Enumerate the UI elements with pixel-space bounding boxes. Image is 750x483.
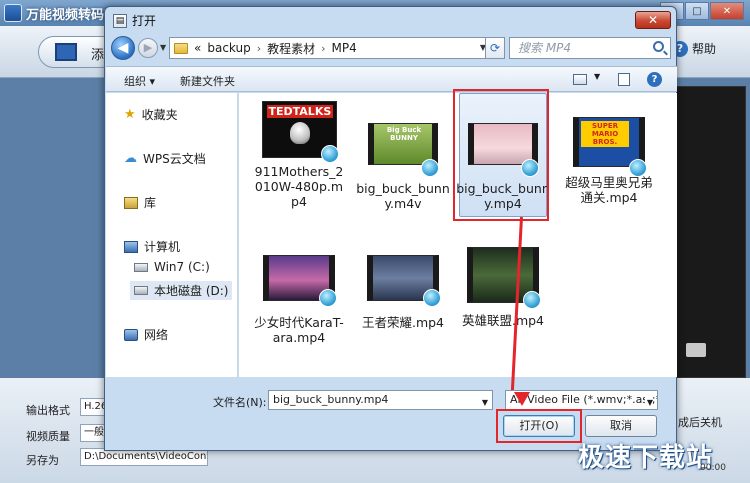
file-name: 少女时代KaraT-ara.mp4 [254, 315, 344, 345]
breadcrumb-tutorial[interactable]: 教程素材 [267, 40, 315, 57]
sidebar-label: 库 [144, 196, 157, 210]
camera-icon[interactable] [686, 343, 706, 357]
lightbulb-icon [289, 122, 310, 144]
add-file-label: 添 [91, 48, 105, 63]
preview-pane-icon[interactable] [618, 73, 630, 86]
file-item[interactable]: 少女时代KaraT-ara.mp4 [251, 255, 347, 345]
cloud-icon: ☁ [124, 151, 137, 166]
media-player-icon [423, 289, 441, 307]
media-player-icon [321, 145, 339, 163]
thumbnail-caption: TEDTALKS [266, 105, 334, 118]
sidebar-item-drive-c[interactable]: Win7 (C:) [134, 260, 210, 274]
forward-button[interactable]: ▶ [138, 38, 158, 58]
drive-icon [134, 262, 148, 272]
folder-icon [174, 42, 188, 54]
chevron-down-icon[interactable]: ▼ [482, 394, 488, 412]
help-label: 帮助 [692, 42, 717, 56]
dialog-icon: ▤ [113, 13, 127, 28]
media-player-icon [629, 159, 647, 177]
open-file-dialog: ▤ 打开 ✕ ◀ ▶ ▼ « backup › 教程素材 › MP4 ▼ ⟳ 搜… [104, 6, 677, 451]
media-player-icon [523, 291, 541, 309]
back-button[interactable]: ◀ [111, 36, 135, 60]
view-dropdown-icon[interactable]: ▼ [594, 72, 600, 81]
help-icon[interactable]: ? [647, 72, 662, 87]
media-player-icon [421, 159, 439, 177]
sidebar-item-computer[interactable]: 计算机 [124, 238, 180, 255]
sidebar-item-wps[interactable]: ☁ WPS云文档 [124, 150, 206, 167]
app-logo-icon [4, 4, 22, 22]
sidebar-label: 本地磁盘 (D:) [154, 284, 229, 298]
annotation-highlight-open [496, 409, 582, 443]
breadcrumb-backup[interactable]: backup [207, 41, 250, 55]
navigation-bar: ◀ ▶ ▼ « backup › 教程素材 › MP4 ▼ ⟳ 搜索 MP4 [111, 35, 672, 63]
search-icon[interactable] [653, 41, 664, 52]
chevron-right-icon[interactable]: › [321, 42, 325, 55]
library-icon [124, 196, 138, 209]
refresh-button[interactable]: ⟳ [485, 37, 505, 59]
filename-label: 文件名(N): [213, 396, 267, 409]
sidebar-label: Win7 (C:) [154, 260, 210, 274]
dialog-close-button[interactable]: ✕ [635, 11, 671, 29]
media-player-icon [521, 159, 539, 177]
output-format-label: 输出格式 [26, 404, 70, 417]
file-item[interactable]: 王者荣耀.mp4 [355, 255, 451, 330]
video-quality-label: 视频质量 [26, 430, 70, 443]
computer-icon [124, 240, 138, 253]
cancel-button[interactable]: 取消 [585, 415, 657, 437]
sidebar-label: 网络 [144, 328, 169, 342]
help-button[interactable]: ? 帮助 [672, 40, 716, 57]
dialog-title: 打开 [132, 14, 157, 28]
file-name: 英雄联盟.mp4 [461, 313, 545, 328]
command-bar: 组织 ▾ 新建文件夹 ▼ ? [106, 66, 677, 92]
new-folder-button[interactable]: 新建文件夹 [180, 73, 235, 89]
film-icon [55, 43, 77, 61]
watermark: 极速下载站 [578, 443, 714, 473]
sidebar-item-favorites[interactable]: ★ 收藏夹 [124, 106, 178, 123]
sidebar-label: WPS云文档 [143, 152, 206, 166]
breadcrumb-overflow[interactable]: « [194, 41, 201, 55]
chevron-right-icon[interactable]: › [257, 42, 261, 55]
sidebar-label: 计算机 [144, 240, 181, 254]
search-placeholder: 搜索 MP4 [518, 41, 572, 55]
file-name: 911Mothers_2010W-480p.mp4 [254, 164, 344, 209]
navigation-pane: ★ 收藏夹 ☁ WPS云文档 库 计算机 Win7 (C:) 本地磁盘 (D:)… [106, 93, 238, 377]
network-icon [124, 328, 138, 341]
sidebar-item-library[interactable]: 库 [124, 194, 156, 211]
file-item[interactable]: Big Buck BUNNY big_buck_bunny.m4v [355, 101, 451, 211]
file-item[interactable]: SUPER MARIO BROS. 超级马里奥兄弟通关.mp4 [561, 101, 657, 205]
time-display: 00:00 [700, 463, 726, 473]
app-close-button[interactable]: ✕ [710, 2, 744, 20]
star-icon: ★ [124, 107, 136, 122]
file-name: 超级马里奥兄弟通关.mp4 [565, 175, 653, 205]
file-name: big_buck_bunny.m4v [356, 181, 450, 211]
file-name: 王者荣耀.mp4 [361, 315, 445, 330]
thumbnail-caption: Big Buck BUNNY [386, 126, 422, 142]
filename-value: big_buck_bunny.mp4 [273, 393, 389, 406]
sidebar-item-drive-d[interactable]: 本地磁盘 (D:) [130, 281, 233, 300]
organize-button[interactable]: 组织 ▾ [124, 73, 155, 89]
dialog-titlebar: ▤ 打开 [113, 12, 156, 29]
chevron-down-icon[interactable]: ▼ [644, 394, 653, 409]
preview-panel [676, 86, 746, 378]
sidebar-item-network[interactable]: 网络 [124, 326, 168, 343]
annotation-arrow-head [514, 392, 530, 406]
address-bar[interactable]: « backup › 教程素材 › MP4 ▼ [169, 37, 491, 59]
file-type-value: All Video File (*.wmv;*.asf;*.r [510, 393, 658, 406]
filename-input[interactable]: big_buck_bunny.mp4 ▼ [268, 390, 493, 410]
media-player-icon [319, 289, 337, 307]
drive-icon [134, 286, 148, 295]
search-input[interactable]: 搜索 MP4 [509, 37, 671, 59]
save-as-label: 另存为 [26, 454, 59, 467]
thumbnail-caption: SUPER MARIO BROS. [581, 121, 629, 147]
view-options-icon[interactable] [573, 74, 587, 85]
file-item[interactable]: TEDTALKS 911Mothers_2010W-480p.mp4 [251, 101, 347, 209]
file-item[interactable]: 英雄联盟.mp4 [455, 247, 551, 328]
recent-locations-dropdown[interactable]: ▼ [160, 43, 166, 52]
sidebar-label: 收藏夹 [141, 108, 178, 122]
annotation-highlight-file [453, 89, 549, 221]
file-list: TEDTALKS 911Mothers_2010W-480p.mp4 Big B… [239, 89, 677, 401]
maximize-button[interactable]: □ [685, 2, 709, 20]
breadcrumb-mp4[interactable]: MP4 [332, 41, 357, 55]
shutdown-label: 成后关机 [678, 416, 722, 429]
